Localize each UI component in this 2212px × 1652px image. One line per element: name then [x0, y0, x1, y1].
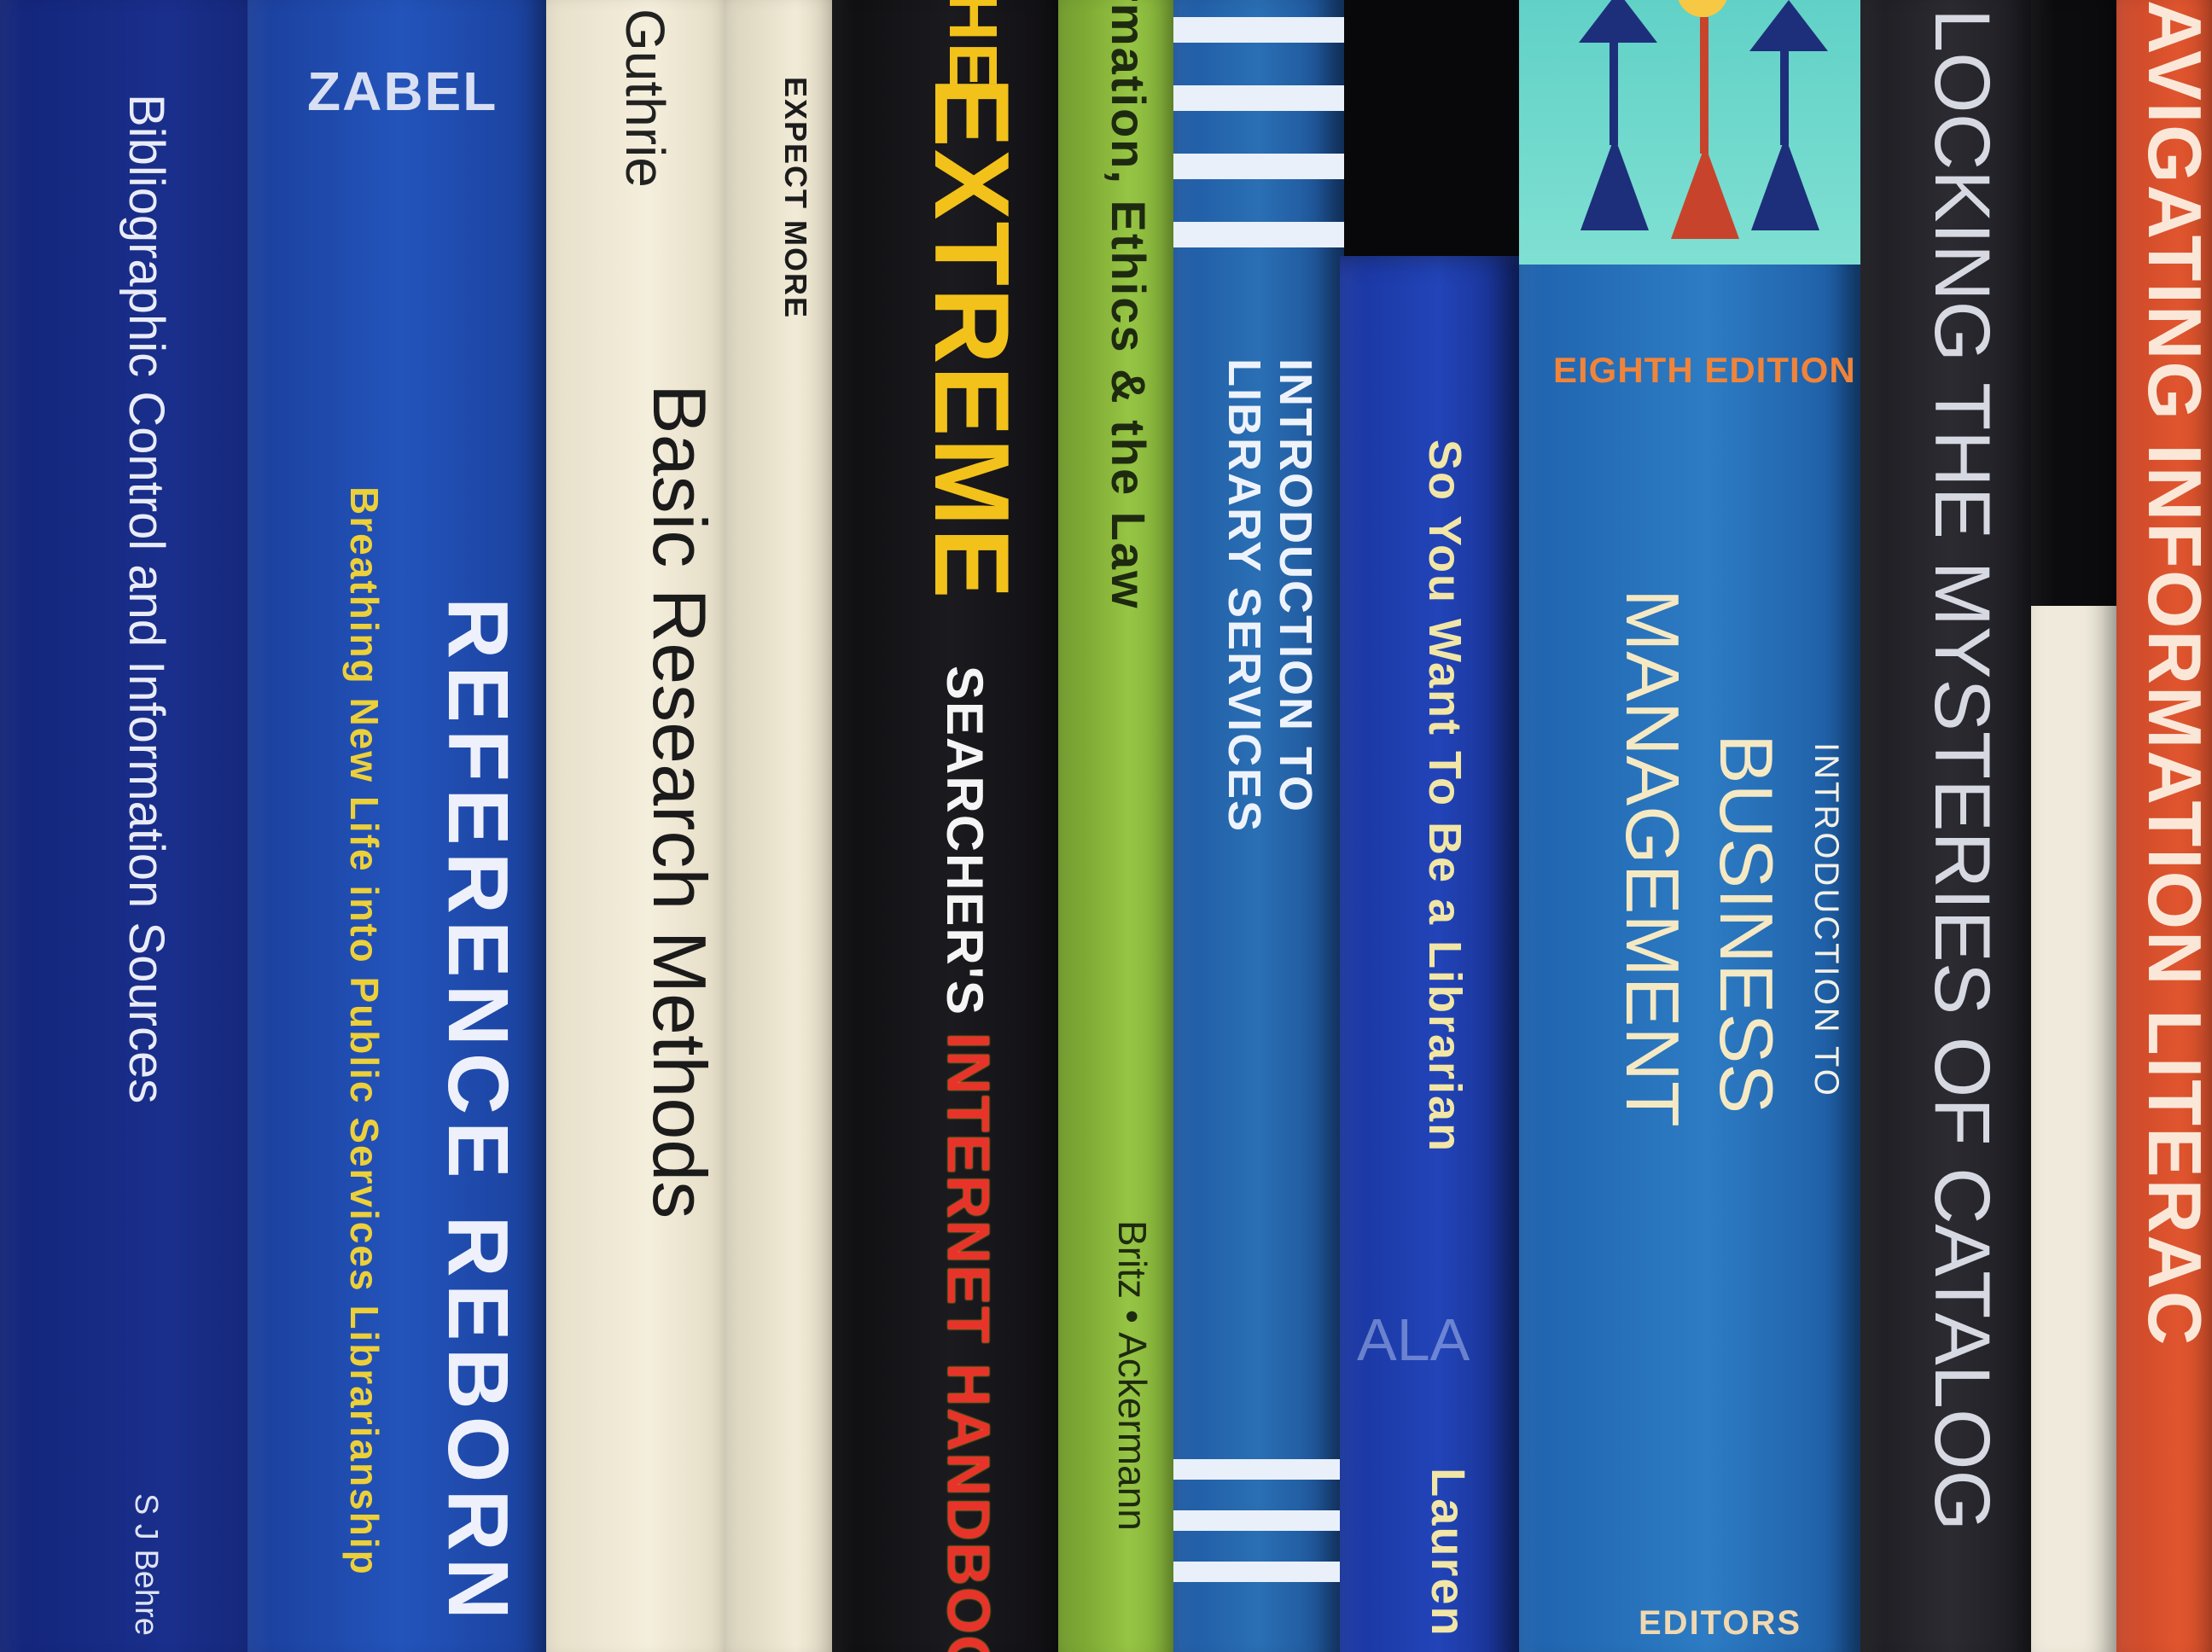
book-title-pre: INTRODUCTION TO	[1807, 742, 1845, 1098]
book-title-end: INTERNET HANDBOO	[935, 1032, 1002, 1652]
book-spine-reference-reborn: ZABEL REFERENCE REBORN Breathing New Lif…	[247, 0, 555, 1652]
book-spine-library-services: INTRODUCTION TO LIBRARY SERVICES	[1173, 0, 1344, 1652]
book-spine-information-literacy: AVIGATING INFORMATION LITERAC	[2116, 0, 2212, 1652]
book-spine-so-you-want-librarian: So You Want To Be a Librarian ALA Lauren	[1340, 256, 1519, 1652]
lamp-illustration	[1519, 0, 1860, 265]
book-title: So You Want To Be a Librarian	[1419, 439, 1470, 1154]
book-spine-thin-cream	[2031, 0, 2125, 1652]
book-author: Lauren	[1422, 1468, 1476, 1637]
book-title: AVIGATING INFORMATION LITERAC	[2133, 0, 2212, 1347]
book-title: Basic Research Methods	[637, 384, 722, 1219]
book-title-main: EXTREME	[912, 77, 1030, 601]
book-author: S J Behre	[128, 1493, 164, 1636]
book-subtitle: Breathing New Life into Public Services …	[342, 486, 387, 1576]
book-title: rmation, Ethics & the Law	[1102, 0, 1155, 610]
book-spine-extreme-searchers: HE EXTREME SEARCHER'S INTERNET HANDBOO	[832, 0, 1071, 1652]
book-publisher: ALA	[1357, 1306, 1470, 1373]
book-edition: EIGHTH EDITION	[1553, 350, 1856, 390]
book-title: Bibliographic Control and Information So…	[119, 94, 174, 1104]
bookshelf-photo: Bibliographic Control and Information So…	[0, 0, 2212, 1652]
book-author: Guthrie	[614, 9, 676, 188]
book-title-rest: SEARCHER'S	[936, 666, 993, 1016]
book-title-line1: BUSINESS	[1704, 734, 1789, 1114]
book-title: EXPECT MORE	[778, 77, 813, 320]
book-spine-mysteries-of-cataloging: LOCKING THE MYSTERIES OF CATALOG	[1860, 0, 2040, 1652]
book-spine-basic-research-methods: Guthrie Basic Research Methods	[546, 0, 751, 1652]
book-publisher: ZABEL	[307, 61, 498, 122]
book-title-line2: MANAGEMENT	[1610, 589, 1695, 1127]
book-spine-business-management: EIGHTH EDITION INTRODUCTION TO BUSINESS …	[1519, 0, 1860, 1652]
book-title: REFERENCE REBORN	[430, 597, 526, 1626]
book-spine-bibliographic-control: Bibliographic Control and Information So…	[0, 0, 282, 1652]
book-editors: EDITORS	[1639, 1604, 1802, 1642]
book-title-line2: LIBRARY SERVICES	[1219, 358, 1270, 834]
book-title-line1: INTRODUCTION TO	[1270, 358, 1321, 813]
book-title: LOCKING THE MYSTERIES OF CATALOG	[1918, 9, 2005, 1532]
book-authors: Britz • Ackermann	[1110, 1220, 1155, 1531]
book-spine-information-ethics-law: rmation, Ethics & the Law Britz • Ackerm…	[1058, 0, 1186, 1652]
